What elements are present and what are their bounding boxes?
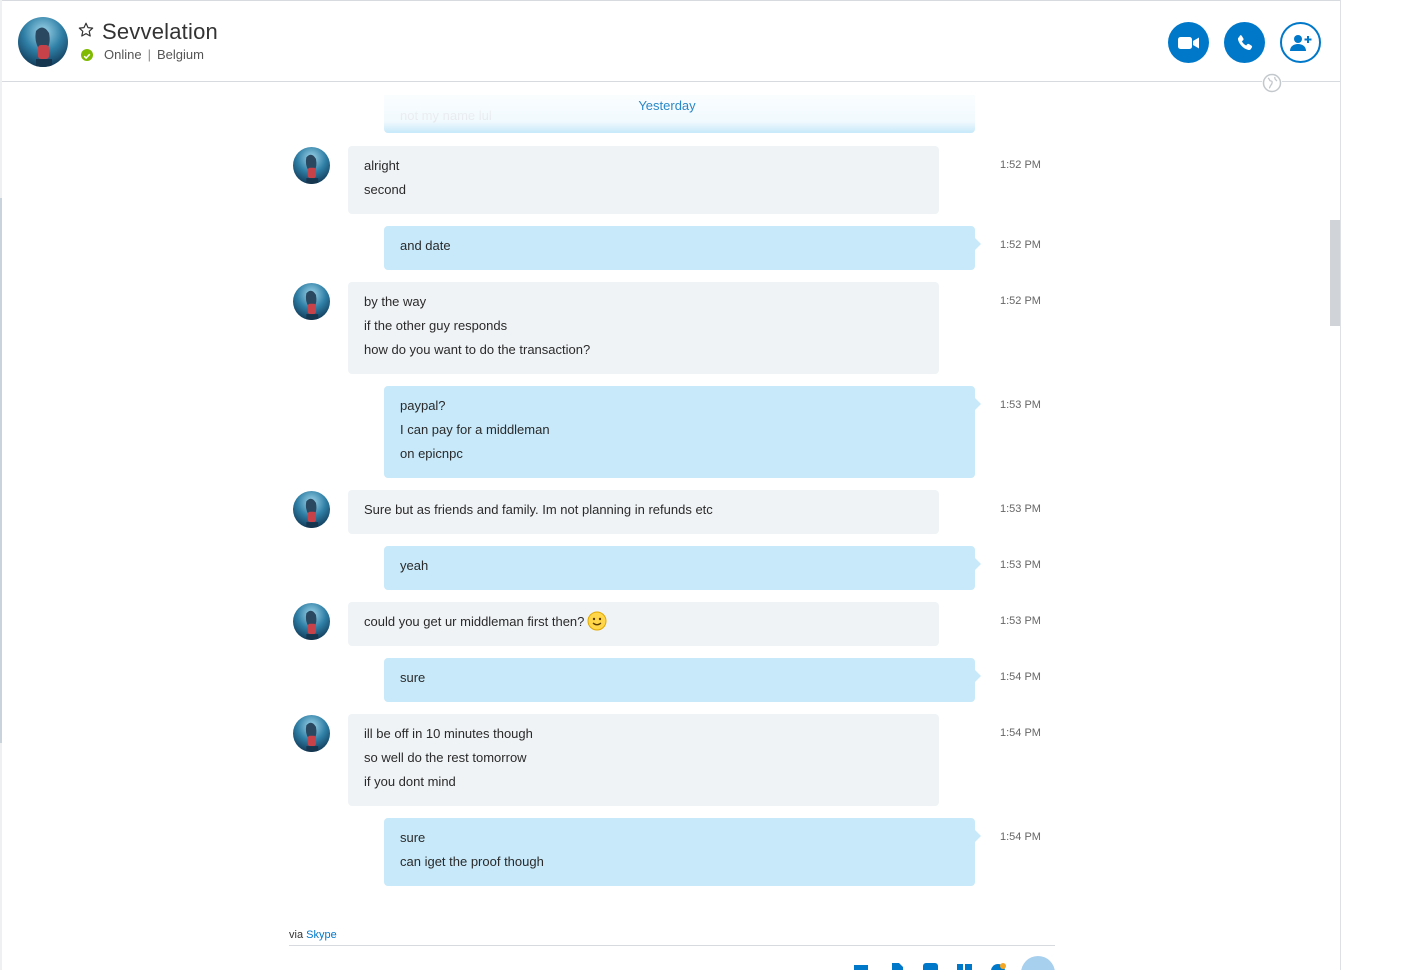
message-text: if you dont mind bbox=[364, 774, 456, 789]
video-camera-icon bbox=[1177, 36, 1199, 49]
message-list[interactable]: not my name lul Yesterday alright second 1… bbox=[0, 83, 1329, 893]
sender-avatar[interactable] bbox=[293, 715, 330, 752]
message-timestamp: 1:53 PM bbox=[1000, 503, 1041, 515]
sender-avatar[interactable] bbox=[293, 283, 330, 320]
outgoing-message-bubble[interactable]: sure can iget the proof though bbox=[384, 818, 981, 886]
message-text: could you get ur middleman first then? bbox=[364, 610, 923, 634]
message-text: can iget the proof though bbox=[400, 854, 544, 869]
incoming-message-bubble[interactable]: could you get ur middleman first then? bbox=[348, 602, 939, 646]
message-timestamp: 1:53 PM bbox=[1000, 559, 1041, 571]
phone-icon bbox=[1237, 34, 1252, 50]
message-text: yeah bbox=[400, 558, 429, 573]
via-prefix: via bbox=[289, 929, 304, 941]
message-timestamp: 1:52 PM bbox=[1000, 239, 1041, 251]
message-timestamp: 1:52 PM bbox=[1000, 295, 1041, 307]
date-separator: Yesterday bbox=[638, 98, 696, 113]
message-text: by the way bbox=[364, 294, 427, 309]
location-text: Belgium bbox=[156, 47, 204, 62]
video-call-button[interactable] bbox=[1168, 22, 1209, 63]
message-timestamp: 1:54 PM bbox=[1000, 831, 1041, 843]
sender-avatar[interactable] bbox=[293, 603, 330, 640]
add-people-button[interactable] bbox=[1280, 22, 1321, 63]
chat-scrollbar[interactable] bbox=[1329, 83, 1340, 970]
smile-emoji-icon bbox=[587, 611, 607, 631]
via-skype-label: via Skype bbox=[289, 929, 337, 941]
message-text: on epicnpc bbox=[400, 446, 463, 461]
scrollbar-thumb[interactable] bbox=[1330, 220, 1340, 326]
send-button[interactable] bbox=[1021, 956, 1055, 970]
message-text: I can pay for a middleman bbox=[400, 422, 550, 437]
message-text: ill be off in 10 minutes though bbox=[364, 726, 533, 741]
contact-avatar[interactable] bbox=[18, 17, 68, 67]
message-text: alright bbox=[364, 158, 400, 173]
window-right-border bbox=[1340, 0, 1341, 970]
message-text: paypal? bbox=[400, 398, 446, 413]
contacts-icon[interactable] bbox=[956, 962, 972, 970]
message-timestamp: 1:54 PM bbox=[1000, 727, 1041, 739]
emoticon-icon[interactable] bbox=[990, 962, 1006, 970]
message-timestamp: 1:53 PM bbox=[1000, 399, 1041, 411]
outgoing-message-bubble[interactable]: paypal? I can pay for a middleman on epicn… bbox=[384, 386, 981, 478]
calendar-icon[interactable] bbox=[853, 962, 869, 970]
message-text: Sure but as friends and family. Im not p… bbox=[364, 502, 713, 517]
outgoing-message-bubble[interactable]: yeah bbox=[384, 546, 981, 590]
conversation-header: Sevvelation Online | Belgium bbox=[2, 1, 1340, 82]
status-separator: | bbox=[147, 47, 151, 62]
incoming-message-bubble[interactable]: alright second bbox=[348, 146, 939, 214]
message-text: sure bbox=[400, 670, 426, 685]
file-icon[interactable] bbox=[889, 962, 905, 970]
outgoing-message-bubble[interactable]: sure bbox=[384, 658, 981, 702]
online-status-icon bbox=[81, 49, 93, 61]
favorite-star-icon[interactable] bbox=[78, 22, 94, 38]
message-text: and date bbox=[400, 238, 451, 253]
message-text: second bbox=[364, 182, 406, 197]
message-timestamp: 1:53 PM bbox=[1000, 615, 1041, 627]
incoming-message-bubble[interactable]: by the way if the other guy responds how d… bbox=[348, 282, 939, 374]
message-text: not my name lul bbox=[400, 108, 492, 123]
sender-avatar[interactable] bbox=[293, 147, 330, 184]
message-text: sure bbox=[400, 830, 426, 845]
message-timestamp: 1:54 PM bbox=[1000, 671, 1041, 683]
image-icon[interactable] bbox=[922, 962, 938, 970]
message-timestamp: 1:52 PM bbox=[1000, 159, 1041, 171]
message-text: if the other guy responds bbox=[364, 318, 508, 333]
status-text: Online bbox=[104, 47, 142, 62]
contact-name: Sevvelation bbox=[102, 19, 218, 44]
skype-link[interactable]: Skype bbox=[306, 929, 337, 941]
compose-divider bbox=[289, 945, 1055, 946]
add-person-icon bbox=[1289, 34, 1311, 51]
message-text: so well do the rest tomorrow bbox=[364, 750, 527, 765]
incoming-message-bubble[interactable]: Sure but as friends and family. Im not p… bbox=[348, 490, 939, 534]
audio-call-button[interactable] bbox=[1224, 22, 1265, 63]
sender-avatar[interactable] bbox=[293, 491, 330, 528]
message-text: how do you want to do the transaction? bbox=[364, 342, 591, 357]
outgoing-message-bubble[interactable]: and date bbox=[384, 226, 981, 270]
status-line: Online | Belgium bbox=[104, 47, 204, 62]
incoming-message-bubble[interactable]: ill be off in 10 minutes though so well d… bbox=[348, 714, 939, 806]
